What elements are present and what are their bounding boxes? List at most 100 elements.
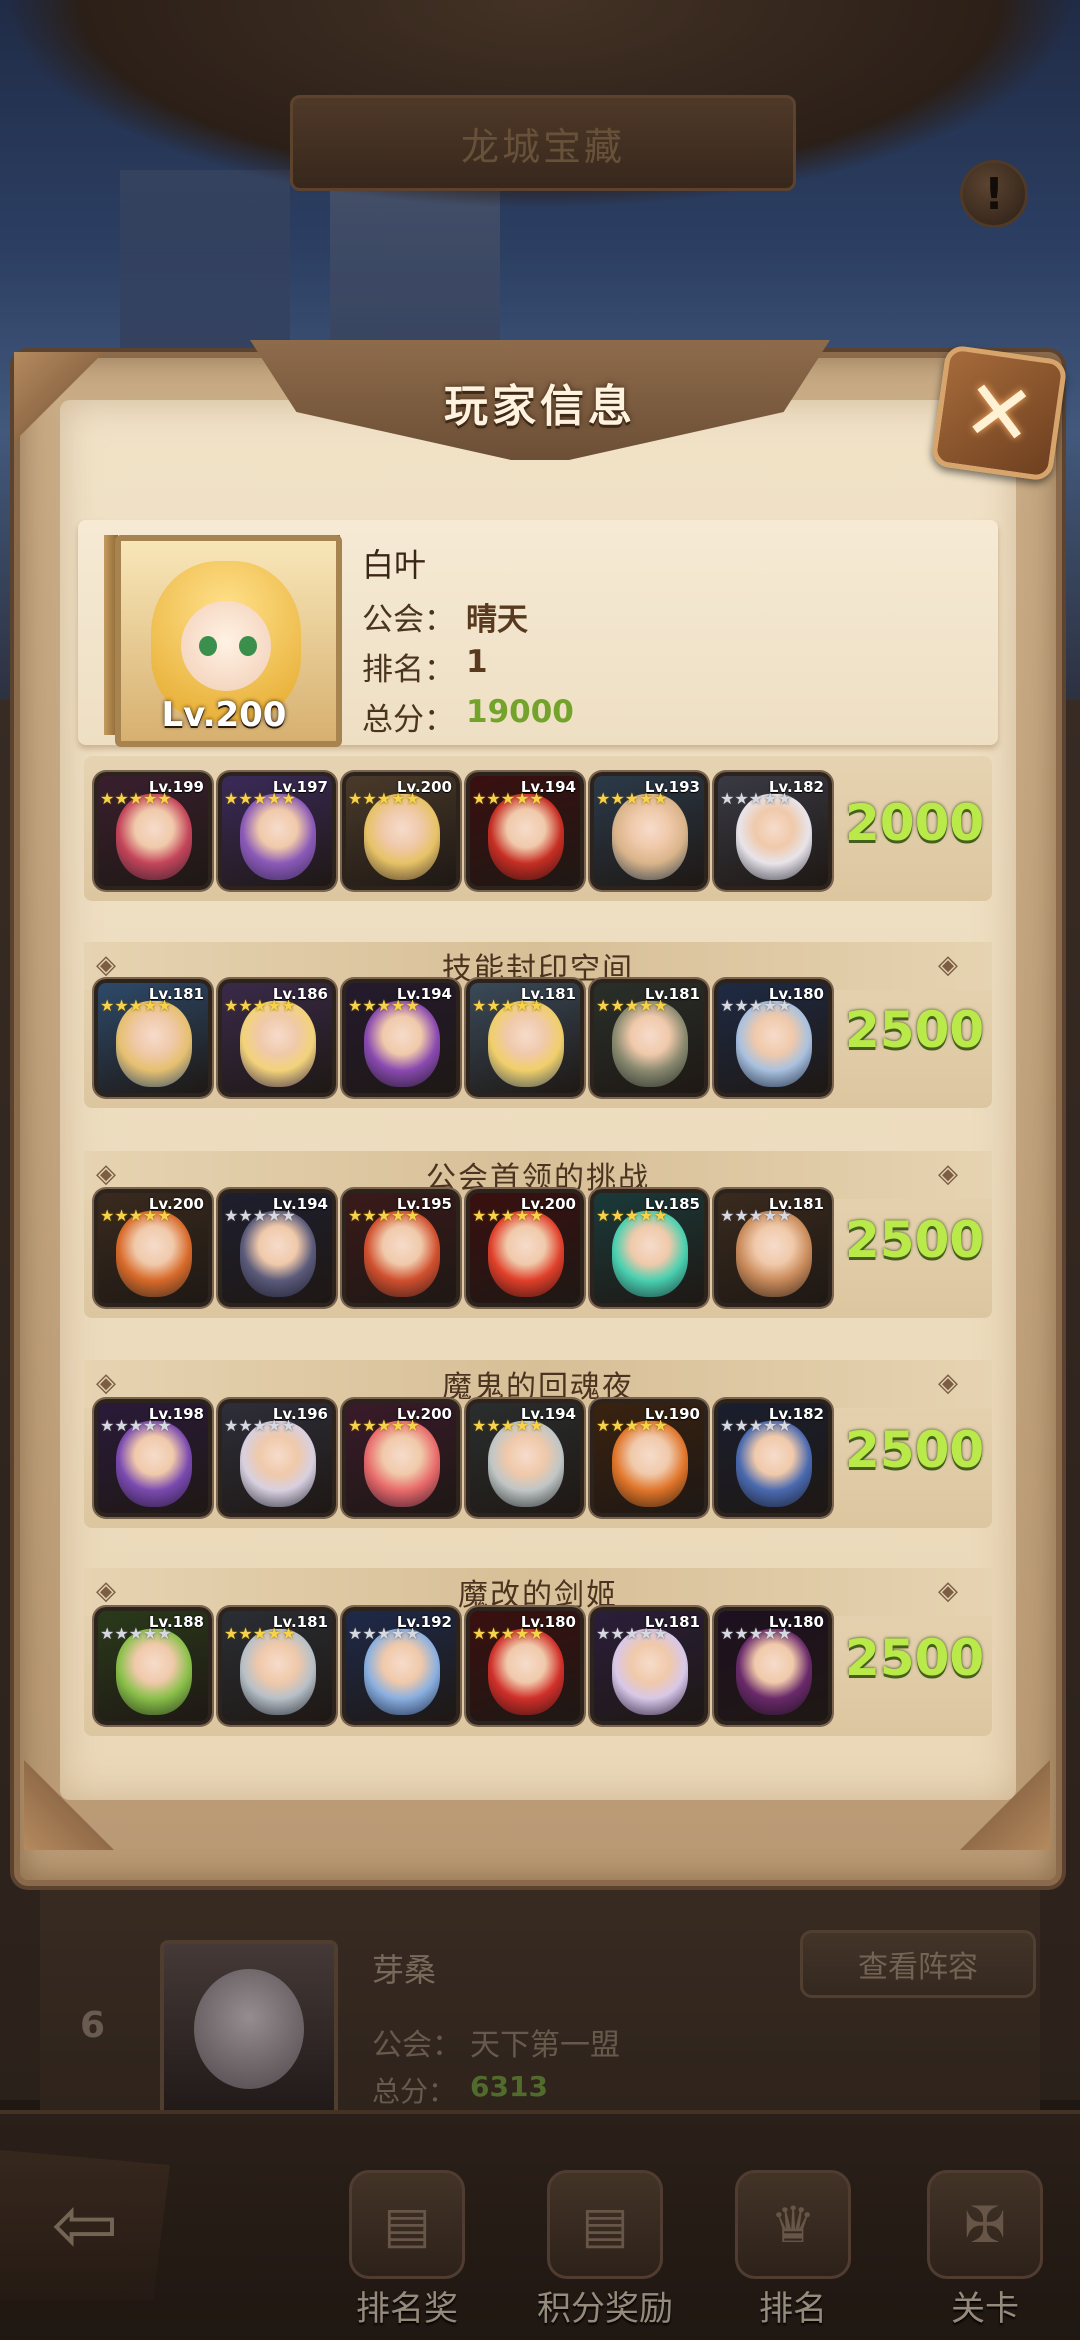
hero-card[interactable]: ★★★★★Lv.190 — [590, 1399, 708, 1517]
star-icon: ★★★★★ — [472, 790, 544, 807]
hero-card[interactable]: ★★★★★Lv.181 — [218, 1607, 336, 1725]
star-icon: ★★★★★ — [720, 1625, 792, 1642]
hero-level: Lv.185 — [644, 1195, 700, 1213]
star-icon: ★★★★★ — [720, 790, 792, 807]
star-icon: ★★★★★ — [348, 1207, 420, 1224]
portrait-eye — [199, 636, 217, 656]
hero-level: Lv.192 — [396, 1613, 452, 1631]
hero-card[interactable]: ★★★★★Lv.194 — [342, 979, 460, 1097]
hero-card[interactable]: ★★★★★Lv.181 — [590, 1607, 708, 1725]
ornament-icon: ◈ — [96, 950, 116, 980]
star-icon: ★★★★★ — [596, 1625, 668, 1642]
hero-card[interactable]: ★★★★★Lv.200 — [94, 1189, 212, 1307]
stage-score: 2000 — [845, 794, 985, 852]
rank-value: 1 — [466, 644, 488, 680]
hero-card[interactable]: ★★★★★Lv.196 — [218, 1399, 336, 1517]
star-icon: ★★★★★ — [472, 997, 544, 1014]
stage-score: 2500 — [845, 1421, 985, 1479]
star-icon: ★★★★★ — [472, 1625, 544, 1642]
hero-card[interactable]: ★★★★★Lv.188 — [94, 1607, 212, 1725]
hero-level: Lv.200 — [396, 1405, 452, 1423]
hero-card[interactable]: ★★★★★Lv.181 — [94, 979, 212, 1097]
ornament-icon: ◈ — [96, 1576, 116, 1606]
hero-card[interactable]: ★★★★★Lv.185 — [590, 1189, 708, 1307]
hero-level: Lv.188 — [148, 1613, 204, 1631]
star-icon: ★★★★★ — [224, 1625, 296, 1642]
hero-level: Lv.181 — [148, 985, 204, 1003]
hero-level: Lv.200 — [520, 1195, 576, 1213]
hero-level: Lv.181 — [272, 1613, 328, 1631]
dialog-title: 玩家信息 — [444, 381, 636, 432]
hero-level: Lv.194 — [396, 985, 452, 1003]
score-label: 总分： — [362, 702, 455, 738]
star-icon: ★★★★★ — [596, 1417, 668, 1434]
star-icon: ★★★★★ — [596, 1207, 668, 1224]
hero-card[interactable]: ★★★★★Lv.199 — [94, 772, 212, 890]
hero-level: Lv.199 — [148, 778, 204, 796]
star-icon: ★★★★★ — [720, 1207, 792, 1224]
hero-level: Lv.195 — [396, 1195, 452, 1213]
hero-level: Lv.186 — [272, 985, 328, 1003]
star-icon: ★★★★★ — [596, 790, 668, 807]
hero-level: Lv.198 — [148, 1405, 204, 1423]
hero-card[interactable]: ★★★★★Lv.182 — [714, 1399, 832, 1517]
stage-score: 2500 — [845, 1629, 985, 1687]
hero-card[interactable]: ★★★★★Lv.195 — [342, 1189, 460, 1307]
hero-level: Lv.196 — [272, 1405, 328, 1423]
hero-level: Lv.200 — [148, 1195, 204, 1213]
star-icon: ★★★★★ — [472, 1417, 544, 1434]
hero-level: Lv.197 — [272, 778, 328, 796]
hero-card[interactable]: ★★★★★Lv.181 — [714, 1189, 832, 1307]
hero-level: Lv.182 — [768, 1405, 824, 1423]
ornament-icon: ◈ — [938, 1368, 958, 1398]
hero-card[interactable]: ★★★★★Lv.193 — [590, 772, 708, 890]
player-portrait: Lv.200 — [115, 535, 342, 747]
hero-card[interactable]: ★★★★★Lv.200 — [342, 772, 460, 890]
hero-card[interactable]: ★★★★★Lv.180 — [466, 1607, 584, 1725]
guild-label: 公会： — [362, 602, 455, 638]
score-value: 19000 — [466, 694, 574, 730]
hero-level: Lv.181 — [644, 985, 700, 1003]
hero-level: Lv.194 — [520, 778, 576, 796]
hero-level: Lv.200 — [396, 778, 452, 796]
hero-card[interactable]: ★★★★★Lv.181 — [590, 979, 708, 1097]
hero-level: Lv.181 — [520, 985, 576, 1003]
player-level: Lv.200 — [161, 695, 287, 735]
star-icon: ★★★★★ — [596, 997, 668, 1014]
star-icon: ★★★★★ — [100, 997, 172, 1014]
close-button[interactable]: ✕ — [930, 344, 1068, 482]
hero-card[interactable]: ★★★★★Lv.197 — [218, 772, 336, 890]
star-icon: ★★★★★ — [224, 997, 296, 1014]
ornament-icon: ◈ — [938, 1576, 958, 1606]
hero-level: Lv.194 — [272, 1195, 328, 1213]
portrait-eye — [239, 636, 257, 656]
hero-level: Lv.180 — [520, 1613, 576, 1631]
hero-card[interactable]: ★★★★★Lv.180 — [714, 979, 832, 1097]
hero-level: Lv.181 — [768, 1195, 824, 1213]
hero-level: Lv.181 — [644, 1613, 700, 1631]
hero-card[interactable]: ★★★★★Lv.194 — [466, 772, 584, 890]
star-icon: ★★★★★ — [348, 1625, 420, 1642]
guild-value: 晴天 — [466, 602, 528, 638]
star-icon: ★★★★★ — [472, 1207, 544, 1224]
hero-card[interactable]: ★★★★★Lv.192 — [342, 1607, 460, 1725]
hero-card[interactable]: ★★★★★Lv.194 — [218, 1189, 336, 1307]
hero-card[interactable]: ★★★★★Lv.194 — [466, 1399, 584, 1517]
hero-level: Lv.180 — [768, 1613, 824, 1631]
star-icon: ★★★★★ — [720, 997, 792, 1014]
star-icon: ★★★★★ — [348, 1417, 420, 1434]
hero-card[interactable]: ★★★★★Lv.181 — [466, 979, 584, 1097]
hero-level: Lv.182 — [768, 778, 824, 796]
hero-card[interactable]: ★★★★★Lv.200 — [342, 1399, 460, 1517]
close-icon: ✕ — [957, 359, 1041, 467]
hero-card[interactable]: ★★★★★Lv.200 — [466, 1189, 584, 1307]
hero-level: Lv.194 — [520, 1405, 576, 1423]
hero-card[interactable]: ★★★★★Lv.198 — [94, 1399, 212, 1517]
star-icon: ★★★★★ — [224, 1207, 296, 1224]
hero-level: Lv.193 — [644, 778, 700, 796]
hero-card[interactable]: ★★★★★Lv.180 — [714, 1607, 832, 1725]
player-name: 白叶 — [362, 546, 427, 584]
star-icon: ★★★★★ — [348, 997, 420, 1014]
hero-card[interactable]: ★★★★★Lv.186 — [218, 979, 336, 1097]
hero-card[interactable]: ★★★★★Lv.182 — [714, 772, 832, 890]
